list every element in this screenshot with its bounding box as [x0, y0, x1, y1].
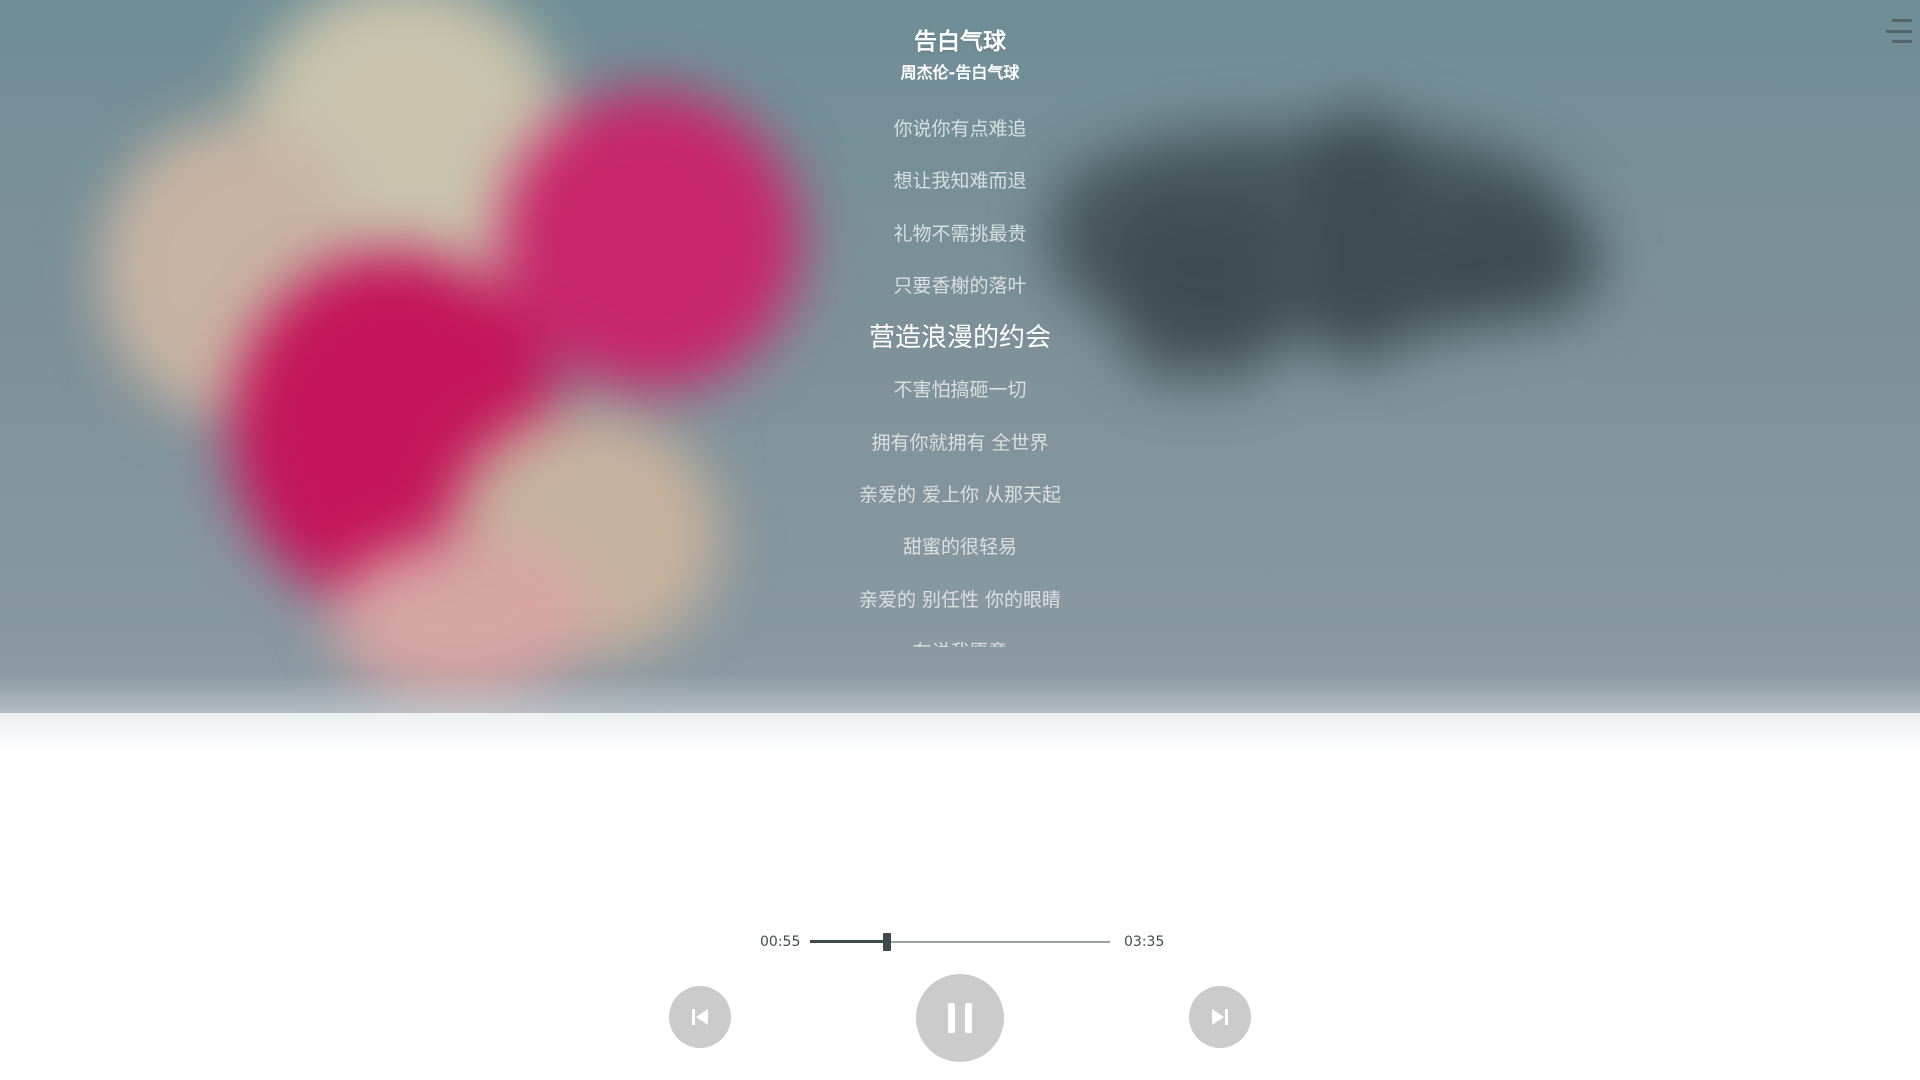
progress-fill: [810, 940, 887, 943]
lyric-line: 亲爱的 别任性 你的眼睛: [858, 588, 1062, 611]
menu-bar: [1892, 19, 1912, 22]
lyric-line: 亲爱的 爱上你 从那天起: [858, 484, 1062, 507]
menu-bar: [1886, 29, 1912, 33]
progress-slider[interactable]: [810, 933, 1110, 951]
hero-bottom-fade: [0, 673, 1920, 713]
song-title: 告白气球: [914, 29, 1006, 55]
album-art-background: 告白气球 周杰伦-告白气球 你说你有点难追 想让我知难而退 礼物不需挑最贵 只要…: [0, 0, 1920, 713]
lyric-line: 只要香榭的落叶: [893, 274, 1027, 297]
lyric-line: 在说我愿意: [660, 626, 1260, 647]
song-artist-subtitle: 周杰伦-告白气球: [900, 63, 1020, 82]
music-player-page: 告白气球 周杰伦-告白气球 你说你有点难追 想让我知难而退 礼物不需挑最贵 只要…: [0, 0, 1920, 1080]
lyric-line: 不害怕搞砸一切: [893, 379, 1027, 402]
lyric-line-active: 营造浪漫的约会: [868, 323, 1051, 354]
lyric-line: 想让我知难而退: [893, 170, 1027, 193]
lyric-line: 你说你有点难追: [893, 118, 1027, 140]
skip-previous-icon: [692, 1009, 708, 1025]
blurred-lettering-shape: [1310, 110, 1410, 360]
lyrics-list: 你说你有点难追 想让我知难而退 礼物不需挑最贵 只要香榭的落叶 营造浪漫的约会 …: [660, 112, 1260, 647]
play-pause-button[interactable]: [916, 974, 1004, 1062]
hero-shadow: [0, 713, 1920, 753]
menu-bar: [1892, 40, 1912, 43]
skip-next-icon: [1212, 1009, 1228, 1025]
blurred-lettering-shape: [1410, 200, 1600, 320]
next-track-button[interactable]: [1189, 986, 1251, 1048]
lyric-line: 礼物不需挑最贵: [893, 222, 1027, 245]
previous-track-button[interactable]: [669, 986, 731, 1048]
total-time: 03:35: [1124, 934, 1165, 950]
current-time: 00:55: [760, 934, 801, 950]
hamburger-menu-icon[interactable]: [1882, 16, 1912, 46]
lyric-line: 甜蜜的很轻易: [902, 536, 1017, 559]
progress-thumb[interactable]: [882, 933, 891, 951]
lyric-line: 拥有你就拥有 全世界: [871, 431, 1049, 454]
lyrics-panel[interactable]: 你说你有点难追 想让我知难而退 礼物不需挑最贵 只要香榭的落叶 营造浪漫的约会 …: [660, 112, 1260, 647]
pause-icon: [948, 1003, 972, 1033]
